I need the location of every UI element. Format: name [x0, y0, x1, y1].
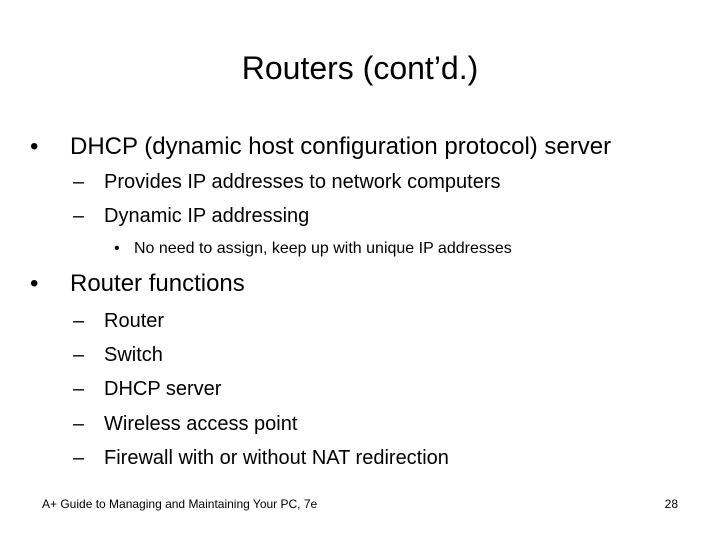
dash-marker: – — [73, 171, 85, 193]
sub-bullet-text: Dynamic IP addressing — [104, 205, 310, 227]
sub-bullet-text: DHCP server — [104, 378, 222, 400]
bullet-marker: • — [30, 270, 39, 297]
slide-title: Routers (cont’d.) — [241, 50, 479, 86]
dash-marker: – — [73, 344, 85, 366]
sub-bullet-text: Router — [104, 310, 165, 332]
bullet-marker: • — [30, 133, 39, 160]
bullet-text: Router functions — [70, 270, 245, 297]
bullet-text: DHCP (dynamic host configuration protoco… — [70, 133, 612, 160]
sub-bullet-text: Firewall with or without NAT redirection — [104, 447, 449, 469]
dash-marker: – — [73, 378, 85, 400]
page-number: 28 — [664, 497, 678, 511]
dash-marker: – — [73, 413, 85, 435]
dash-marker: – — [73, 205, 85, 227]
bullet-marker: • — [114, 240, 120, 257]
sub-bullet-text: Switch — [104, 344, 163, 366]
sub-bullet-text: Wireless access point — [104, 413, 298, 435]
dash-marker: – — [73, 310, 85, 332]
footer-book-title: A+ Guide to Managing and Maintaining You… — [42, 497, 318, 511]
sub-sub-bullet-text: No need to assign, keep up with unique I… — [134, 240, 512, 257]
sub-bullet-text: Provides IP addresses to network compute… — [104, 171, 501, 193]
dash-marker: – — [73, 447, 85, 469]
